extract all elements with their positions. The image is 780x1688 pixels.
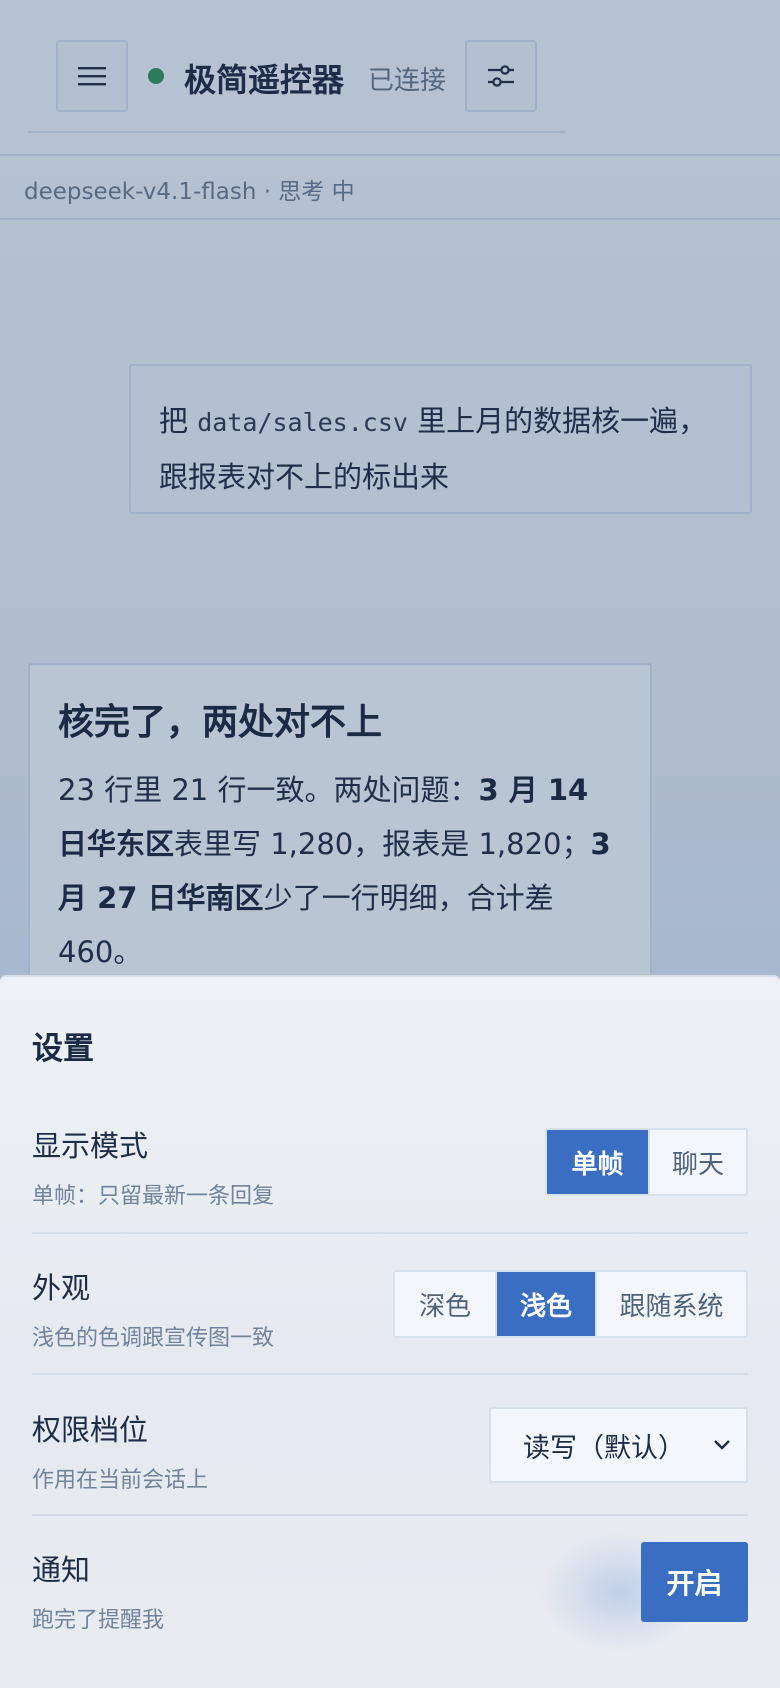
- app-title: 极简遥控器: [184, 61, 345, 99]
- permission-label: 权限档位: [32, 1413, 149, 1447]
- display-mode-label: 显示模式: [32, 1129, 149, 1163]
- appearance-option-light[interactable]: 浅色: [495, 1272, 595, 1336]
- display-mode-option-chat[interactable]: 聊天: [648, 1130, 746, 1194]
- notification-label: 通知: [32, 1553, 91, 1587]
- sliders-icon: [488, 65, 514, 87]
- settings-title: 设置: [32, 1031, 94, 1067]
- display-mode-toggle: 单帧 聊天: [545, 1128, 748, 1196]
- user-message: 把 data/sales.csv 里上月的数据核一遍，跟报表对不上的标出来: [129, 364, 752, 514]
- permission-sub: 作用在当前会话上: [32, 1468, 209, 1493]
- assistant-text-2: 表里写 1,280，报表是 1,820；: [174, 827, 591, 861]
- top-bar: 极简遥控器 已连接: [0, 0, 780, 155]
- settings-sheet: 设置 显示模式 单帧：只留最新一条回复 单帧 聊天 外观 浅色的色调跟宣传图一致…: [0, 975, 780, 1688]
- divider: [32, 1373, 748, 1375]
- user-message-prefix: 把: [159, 404, 198, 438]
- assistant-message: 核完了，两处对不上 23 行里 21 行一致。两处问题：3 月 14 日华东区表…: [28, 663, 652, 983]
- user-message-code: data/sales.csv: [197, 408, 408, 437]
- header-divider: [28, 131, 565, 133]
- assistant-message-title: 核完了，两处对不上: [58, 702, 383, 743]
- permission-select-value: 读写（默认）: [523, 1432, 685, 1464]
- model-bar[interactable]: deepseek-v4.1-flash · 思考 中: [0, 154, 780, 220]
- connection-status: 已连接: [368, 66, 447, 96]
- assistant-text-1: 23 行里 21 行一致。两处问题：: [58, 773, 479, 807]
- connection-dot: [148, 68, 164, 84]
- appearance-label: 外观: [32, 1271, 91, 1305]
- divider: [32, 1514, 748, 1516]
- display-mode-sub: 单帧：只留最新一条回复: [32, 1184, 275, 1209]
- notification-enable-button[interactable]: 开启: [641, 1542, 748, 1622]
- chevron-down-icon: [714, 1440, 730, 1450]
- menu-button[interactable]: [56, 40, 128, 112]
- permission-select[interactable]: 读写（默认）: [489, 1407, 748, 1483]
- appearance-option-dark[interactable]: 深色: [395, 1272, 495, 1336]
- model-label: deepseek-v4.1-flash · 思考 中: [24, 179, 355, 205]
- hamburger-icon: [78, 67, 106, 86]
- appearance-sub: 浅色的色调跟宣传图一致: [32, 1326, 275, 1351]
- appearance-toggle: 深色 浅色 跟随系统: [393, 1270, 748, 1338]
- notification-sub: 跑完了提醒我: [32, 1608, 165, 1633]
- appearance-option-system[interactable]: 跟随系统: [595, 1272, 746, 1336]
- display-mode-option-single[interactable]: 单帧: [547, 1130, 648, 1194]
- settings-button[interactable]: [465, 40, 537, 112]
- divider: [32, 1232, 748, 1234]
- assistant-message-body: 23 行里 21 行一致。两处问题：3 月 14 日华东区表里写 1,280，报…: [58, 763, 622, 979]
